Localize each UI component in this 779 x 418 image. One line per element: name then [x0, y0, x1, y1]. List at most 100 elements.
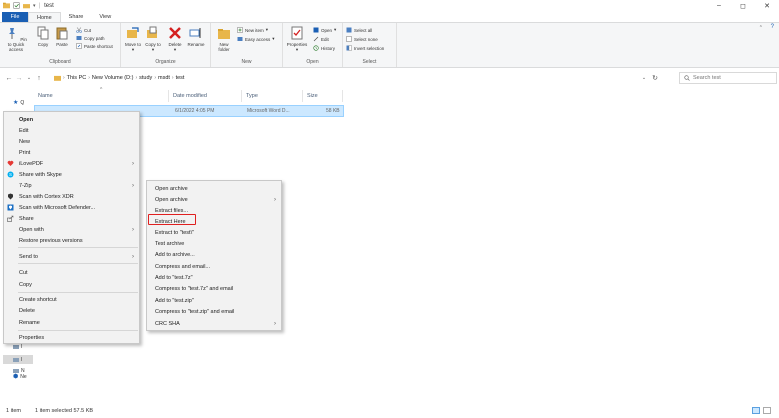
select-none-button[interactable]: Select none: [346, 36, 378, 42]
nav-network[interactable]: ⬢ Ne: [13, 373, 27, 381]
sub-compress-email[interactable]: Compress and email...: [147, 261, 281, 272]
search-input[interactable]: [693, 75, 773, 81]
ctx-create-shortcut[interactable]: Create shortcut: [4, 294, 139, 305]
easy-access-button[interactable]: Easy access ▾: [237, 36, 275, 42]
rename-button[interactable]: Rename: [187, 26, 205, 47]
column-size[interactable]: Size: [303, 90, 343, 102]
organize-group-label: Organize: [155, 59, 176, 65]
invert-selection-label: Invert selection: [354, 45, 385, 51]
status-bar: 1 item 1 item selected 57.5 KB: [0, 404, 779, 418]
ctx-properties[interactable]: Properties: [4, 332, 139, 343]
search-box[interactable]: [679, 72, 777, 84]
ctx-share-label: Share: [19, 215, 34, 222]
ctx-print[interactable]: Print: [4, 147, 139, 158]
cortex-xdr-icon: [8, 193, 13, 200]
breadcrumb-msdt[interactable]: msdt: [158, 75, 170, 81]
paste-shortcut-button[interactable]: Paste shortcut: [76, 43, 113, 49]
sub-open-archive-more[interactable]: Open archive ›: [147, 194, 281, 205]
nav-item-1[interactable]: I: [13, 344, 22, 350]
new-folder-quick-icon[interactable]: [23, 2, 30, 9]
ctx-ilovepdf-label: iLovePDF: [19, 160, 44, 167]
sub-extract-to-test[interactable]: Extract to "test\": [147, 227, 281, 238]
ctx-share-skype[interactable]: S Share with Skype: [4, 169, 139, 180]
address-dropdown-icon[interactable]: ⌄: [642, 75, 646, 81]
properties-button[interactable]: Properties ▾: [285, 26, 309, 52]
ctx-send-to[interactable]: Send to ›: [4, 251, 139, 262]
delete-button[interactable]: Delete ▾: [167, 26, 183, 52]
select-all-button[interactable]: Select all: [346, 27, 372, 33]
address-path[interactable]: › This PC › New Volume (D:) › study › ms…: [54, 72, 658, 84]
ctx-edit[interactable]: Edit: [4, 125, 139, 136]
refresh-icon[interactable]: ↻: [652, 74, 658, 82]
nav-item-2[interactable]: I: [3, 355, 33, 364]
breadcrumb-new-volume[interactable]: New Volume (D:): [92, 75, 134, 81]
new-folder-button[interactable]: New folder: [215, 26, 233, 52]
ctx-new[interactable]: New: [4, 136, 139, 147]
tab-home[interactable]: Home: [28, 12, 61, 22]
forward-button[interactable]: →: [14, 75, 24, 82]
copy-button[interactable]: Copy: [36, 26, 50, 47]
back-button[interactable]: ←: [4, 75, 14, 82]
cut-button[interactable]: Cut: [76, 27, 91, 33]
ctx-share[interactable]: Share: [4, 213, 139, 224]
ctx-rename[interactable]: Rename: [4, 317, 139, 328]
minimize-button[interactable]: –: [707, 0, 731, 11]
ctx-scan-defender[interactable]: Scan with Microsoft Defender...: [4, 202, 139, 213]
select-all-icon: [346, 27, 352, 33]
ctx-7zip[interactable]: 7-Zip ›: [4, 180, 139, 191]
column-date-modified[interactable]: Date modified: [169, 90, 242, 102]
tab-view[interactable]: View: [91, 12, 119, 22]
menu-separator: [18, 247, 138, 248]
up-button[interactable]: ↑: [34, 75, 44, 82]
ctx-ilovepdf[interactable]: iLovePDF ›: [4, 158, 139, 169]
new-item-button[interactable]: New item ▾: [237, 27, 268, 33]
history-button[interactable]: History: [313, 45, 335, 51]
edit-button[interactable]: Edit: [313, 36, 329, 42]
sub-crc-sha[interactable]: CRC SHA ›: [147, 318, 281, 329]
sub-test-archive[interactable]: Test archive: [147, 238, 281, 249]
ctx-restore-versions[interactable]: Restore previous versions: [4, 235, 139, 246]
maximize-button[interactable]: ◻: [731, 0, 755, 11]
ctx-copy[interactable]: Copy: [4, 279, 139, 290]
copy-path-button[interactable]: Copy path: [76, 35, 105, 41]
properties-quick-icon[interactable]: [13, 2, 20, 9]
ctx-open-with[interactable]: Open with ›: [4, 224, 139, 235]
move-to-button[interactable]: Move to ▾: [125, 26, 141, 52]
breadcrumb-study[interactable]: study: [139, 75, 152, 81]
open-button[interactable]: Open ▾: [313, 27, 336, 33]
ctx-cut[interactable]: Cut: [4, 267, 139, 278]
tab-file[interactable]: File: [2, 12, 28, 22]
large-icons-view-button[interactable]: [763, 407, 771, 414]
breadcrumb-test[interactable]: test: [176, 75, 185, 81]
sub-open-archive[interactable]: Open archive: [147, 183, 281, 194]
ribbon-collapse-icon[interactable]: ⌃: [759, 25, 763, 31]
sub-add-to-7z-label: Add to "test.7z": [155, 274, 193, 281]
breadcrumb-this-pc[interactable]: This PC: [67, 75, 87, 81]
paste-icon: [56, 27, 68, 40]
sub-add-to-7z[interactable]: Add to "test.7z": [147, 272, 281, 283]
invert-selection-button[interactable]: Invert selection: [346, 45, 384, 51]
close-button[interactable]: ✕: [755, 0, 779, 11]
help-icon[interactable]: ?: [771, 24, 774, 30]
sub-add-to-zip[interactable]: Add to "test.zip": [147, 295, 281, 306]
ctx-scan-cortex[interactable]: Scan with Cortex XDR: [4, 191, 139, 202]
tab-share[interactable]: Share: [61, 12, 92, 22]
paste-button[interactable]: Paste: [54, 26, 70, 47]
details-view-button[interactable]: [752, 407, 760, 414]
nav-quick-access[interactable]: ★ Q: [13, 99, 24, 107]
file-type: Microsoft Word D...: [247, 108, 290, 114]
quick-access-dropdown-icon[interactable]: ▾: [33, 3, 36, 9]
ctx-open-with-label: Open with: [19, 226, 44, 233]
copy-to-button[interactable]: Copy to ▾: [145, 26, 161, 52]
move-to-icon: [127, 27, 139, 38]
ctx-open[interactable]: Open: [4, 114, 139, 125]
column-type[interactable]: Type: [242, 90, 303, 102]
recent-locations-icon[interactable]: ⌄: [24, 75, 34, 81]
sub-add-to-archive[interactable]: Add to archive...: [147, 249, 281, 260]
ctx-delete[interactable]: Delete: [4, 305, 139, 316]
column-name[interactable]: Name ^: [34, 87, 169, 102]
sub-compress-zip-email[interactable]: Compress to "test.zip" and email: [147, 306, 281, 317]
pin-quick-access-button[interactable]: Pin to Quick access: [3, 26, 29, 52]
sub-compress-7z-email[interactable]: Compress to "test.7z" and email: [147, 283, 281, 294]
chevron-right-icon: ›: [274, 196, 276, 203]
